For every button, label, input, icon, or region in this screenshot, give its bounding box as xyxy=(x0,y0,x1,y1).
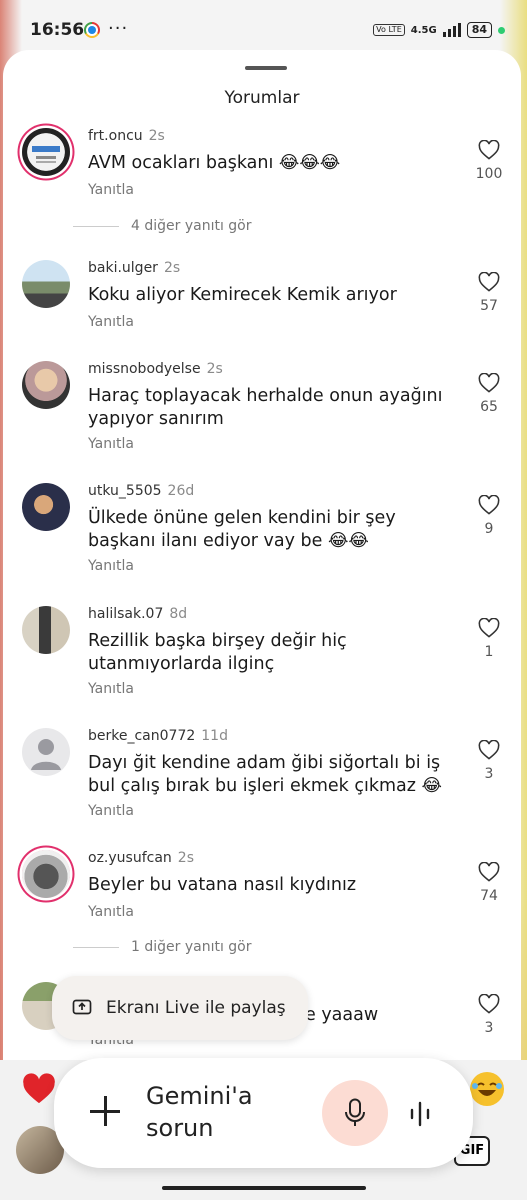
comment-text: Ülkede önüne gelen kendini bir şey başka… xyxy=(88,508,396,551)
volte-icon: Vo LTE xyxy=(373,24,405,36)
view-more-replies[interactable]: 4 diğer yanıtı gör xyxy=(73,218,252,234)
avatar-image xyxy=(32,146,60,163)
heart-icon xyxy=(478,740,500,760)
comment-username[interactable]: halilsak.07 8d xyxy=(88,606,187,622)
comment-username[interactable]: baki.ulger 2s xyxy=(88,260,180,276)
avatar[interactable] xyxy=(22,128,70,176)
comments-sheet: Yorumlar frt.oncu 2s AVM ocakları başkanı… xyxy=(3,50,521,1060)
sheet-title: Yorumlar xyxy=(224,88,300,108)
heart-emoji-icon[interactable] xyxy=(22,1072,56,1106)
comment-username[interactable]: missnobodyelse 2s xyxy=(88,361,223,377)
signal-icon xyxy=(442,23,461,37)
like-count: 65 xyxy=(480,399,498,415)
comment-username[interactable]: berke_can0772 11d xyxy=(88,728,228,744)
network-type: 4.5G xyxy=(410,24,437,36)
laughing-face-glyph xyxy=(472,1082,502,1096)
like-button[interactable]: 74 xyxy=(475,862,503,904)
like-count: 74 xyxy=(480,888,498,904)
more-notifications-icon: ··· xyxy=(108,18,129,39)
view-more-replies[interactable]: 1 diğer yanıtı gör xyxy=(73,939,252,955)
heart-icon xyxy=(478,862,500,882)
like-button[interactable]: 65 xyxy=(475,373,503,415)
privacy-dot xyxy=(498,26,505,34)
reply-button[interactable]: Yanıtla xyxy=(88,558,134,574)
avatar[interactable] xyxy=(22,606,70,654)
sheet-drag-handle[interactable] xyxy=(245,66,287,70)
laughing-emoji-icon[interactable] xyxy=(470,1072,504,1106)
heart-icon xyxy=(478,618,500,638)
reply-button[interactable]: Yanıtla xyxy=(88,904,134,920)
like-count: 3 xyxy=(484,766,494,782)
like-count: 9 xyxy=(484,521,494,537)
heart-icon xyxy=(478,272,500,292)
home-indicator xyxy=(162,1186,366,1190)
status-time: 16:56 xyxy=(30,20,85,40)
battery-indicator: 84 xyxy=(466,22,492,38)
comment-text: Haraç toplayacak herhalde onun ayağını y… xyxy=(88,386,443,429)
like-button[interactable]: 9 xyxy=(475,495,503,537)
heart-icon xyxy=(478,373,500,393)
reply-button[interactable]: Yanıtla xyxy=(88,803,134,819)
avatar[interactable] xyxy=(22,728,70,776)
comment-text: Beyler bu vatana nasıl kıydınız xyxy=(88,875,357,895)
heart-icon xyxy=(478,994,500,1014)
comment-text: AVM ocakları başkanı 😂😂😂 xyxy=(88,153,341,173)
comment-username[interactable]: utku_5505 26d xyxy=(88,483,194,499)
default-avatar-icon xyxy=(31,739,61,770)
like-count: 1 xyxy=(484,644,494,660)
reply-button[interactable]: Yanıtla xyxy=(88,182,134,198)
comment-text: Rezillik başka birşey değir hiç utanmıyo… xyxy=(88,631,347,674)
status-bar: 16:56 ··· Vo LTE 4.5G 84 xyxy=(0,0,527,52)
avatar[interactable] xyxy=(22,850,70,898)
like-count: 57 xyxy=(480,298,498,314)
like-button[interactable]: 100 xyxy=(475,140,503,182)
reply-button[interactable]: Yanıtla xyxy=(88,436,134,452)
add-button[interactable] xyxy=(90,1096,120,1126)
avatar[interactable] xyxy=(22,483,70,531)
like-count: 100 xyxy=(475,166,503,182)
like-button[interactable]: 3 xyxy=(475,740,503,782)
avatar[interactable] xyxy=(22,260,70,308)
gemini-prompt-input[interactable]: Gemini'a sorun xyxy=(146,1080,306,1144)
gemini-prompt-bar: Gemini'a sorun xyxy=(54,1058,473,1168)
microphone-icon xyxy=(345,1098,365,1126)
comment-username[interactable]: oz.yusufcan 2s xyxy=(88,850,194,866)
comment-text: e yaaaw xyxy=(305,1005,379,1025)
comment-text: Dayı ği̇t kendi̇ne adam ği̇bi̇ si̇ğortal… xyxy=(88,753,442,796)
share-screen-icon xyxy=(72,999,92,1015)
comment-username[interactable]: frt.oncu 2s xyxy=(88,128,165,144)
avatar[interactable] xyxy=(22,361,70,409)
reply-button[interactable]: Yanıtla xyxy=(88,681,134,697)
microphone-button[interactable] xyxy=(322,1080,388,1146)
like-button[interactable]: 3 xyxy=(475,994,503,1036)
chrome-icon xyxy=(84,22,100,38)
like-button[interactable]: 1 xyxy=(475,618,503,660)
heart-icon xyxy=(478,140,500,160)
share-screen-live-chip[interactable]: Ekranı Live ile paylaş xyxy=(52,976,308,1040)
comment-text: Koku aliyor Kemirecek Kemik arıyor xyxy=(88,285,397,305)
like-button[interactable]: 57 xyxy=(475,272,503,314)
heart-icon xyxy=(478,495,500,515)
share-screen-label: Ekranı Live ile paylaş xyxy=(106,998,286,1018)
reply-button[interactable]: Yanıtla xyxy=(88,314,134,330)
like-count: 3 xyxy=(484,1020,494,1036)
gemini-live-icon[interactable] xyxy=(406,1100,434,1128)
